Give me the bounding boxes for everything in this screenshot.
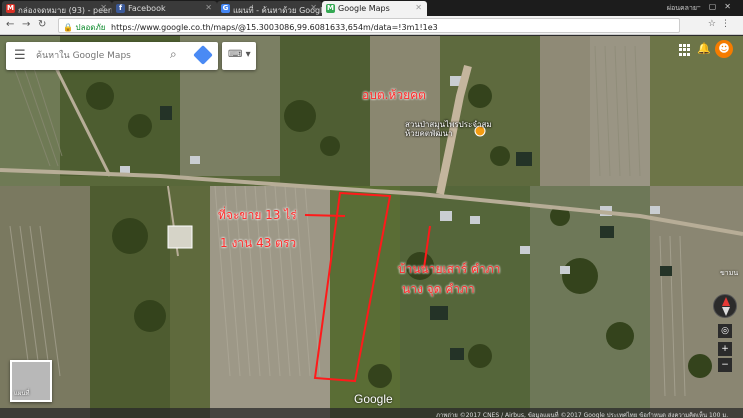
layers-button[interactable]: ⌨ ▾	[222, 42, 256, 70]
tab-gmail[interactable]: M กล่องจดหมาย (93) - peerm ✕	[2, 1, 112, 16]
tab-google-search[interactable]: G แผนที่ - ค้นหาด้วย Google ✕	[217, 1, 322, 16]
compass-icon[interactable]	[713, 294, 737, 318]
reload-icon[interactable]: ↻	[38, 19, 46, 30]
tab-title: แผนที่ - ค้นหาด้วย Google	[233, 6, 322, 15]
notifications-icon[interactable]: 🔔	[697, 42, 711, 55]
apps-grid-icon[interactable]	[679, 44, 691, 56]
gmail-icon: M	[6, 4, 15, 13]
tab-facebook[interactable]: f Facebook ✕	[112, 1, 217, 16]
close-icon[interactable]: ✕	[415, 3, 422, 12]
search-icon[interactable]: ⌕	[170, 47, 177, 62]
annotation-obt: อบต.ห้วยคต	[362, 88, 426, 102]
facebook-icon: f	[116, 4, 125, 13]
tab-google-maps[interactable]: M Google Maps ✕	[322, 1, 427, 16]
browser-tab-strip: M กล่องจดหมาย (93) - peerm ✕ f Facebook …	[0, 0, 743, 16]
google-icon: G	[221, 4, 230, 13]
close-icon[interactable]: ✕	[310, 3, 317, 12]
profile-name[interactable]: ผ่อนคลาย	[667, 3, 697, 14]
tab-title: กล่องจดหมาย (93) - peerm	[18, 6, 112, 15]
menu-icon[interactable]: ☰	[14, 48, 26, 63]
avatar[interactable]: ☻	[715, 40, 733, 58]
tab-title: Google Maps	[338, 4, 390, 13]
maps-icon: M	[326, 4, 335, 13]
zoom-out-button[interactable]: −	[718, 358, 732, 372]
lock-icon: 🔒	[63, 23, 73, 32]
annotation-house-line2: นาง จุด คำภา	[402, 282, 475, 296]
secure-label: ปลอดภัย	[75, 23, 106, 32]
close-icon[interactable]: ✕	[205, 3, 212, 12]
address-bar: ← → ↻ 🔒 ปลอดภัย https://www.google.co.th…	[0, 16, 743, 35]
extension-icons[interactable]: ☆⋮	[708, 19, 735, 29]
url-text: https://www.google.co.th/maps/@15.300308…	[111, 23, 438, 32]
maps-search-box: ☰ ⌕	[6, 42, 218, 70]
close-icon[interactable]: ✕	[100, 3, 107, 12]
satellite-map[interactable]: ☰ ⌕ ⌨ ▾ 🔔 ☻ อบต.ห้วยคต สวนป่าสมุนไพรประจ…	[0, 36, 743, 418]
map-type-thumbnail[interactable]: แผนที่	[10, 360, 52, 402]
road-label: ขามน	[720, 269, 739, 277]
keyboard-icon: ⌨ ▾	[228, 49, 251, 60]
poi-label: สวนป่าสมุนไพรประจำสม ห้วยคตพัฒนา	[405, 120, 492, 138]
forward-icon[interactable]: →	[22, 19, 30, 30]
window-controls[interactable]: –▢✕	[697, 2, 739, 11]
directions-icon[interactable]	[193, 45, 213, 65]
my-location-icon[interactable]: ◎	[718, 324, 732, 338]
search-input[interactable]	[36, 48, 166, 64]
google-logo: Google	[354, 392, 393, 406]
tab-title: Facebook	[128, 4, 166, 13]
zoom-in-button[interactable]: +	[718, 342, 732, 356]
attribution-bar: ภาพถ่าย ©2017 CNES / Airbus, ข้อมูลแผนที…	[0, 408, 743, 418]
thumb-label: แผนที่	[14, 390, 30, 397]
annotation-land-line1: ที่จะขาย 13 ไร่	[218, 208, 297, 222]
annotation-land-line2: 1 งาน 43 ตรว	[220, 236, 297, 250]
back-icon[interactable]: ←	[6, 19, 14, 30]
url-input[interactable]: 🔒 ปลอดภัย https://www.google.co.th/maps/…	[58, 18, 680, 33]
annotation-house-line1: บ้านนายเสาร์ คำภา	[398, 262, 501, 276]
